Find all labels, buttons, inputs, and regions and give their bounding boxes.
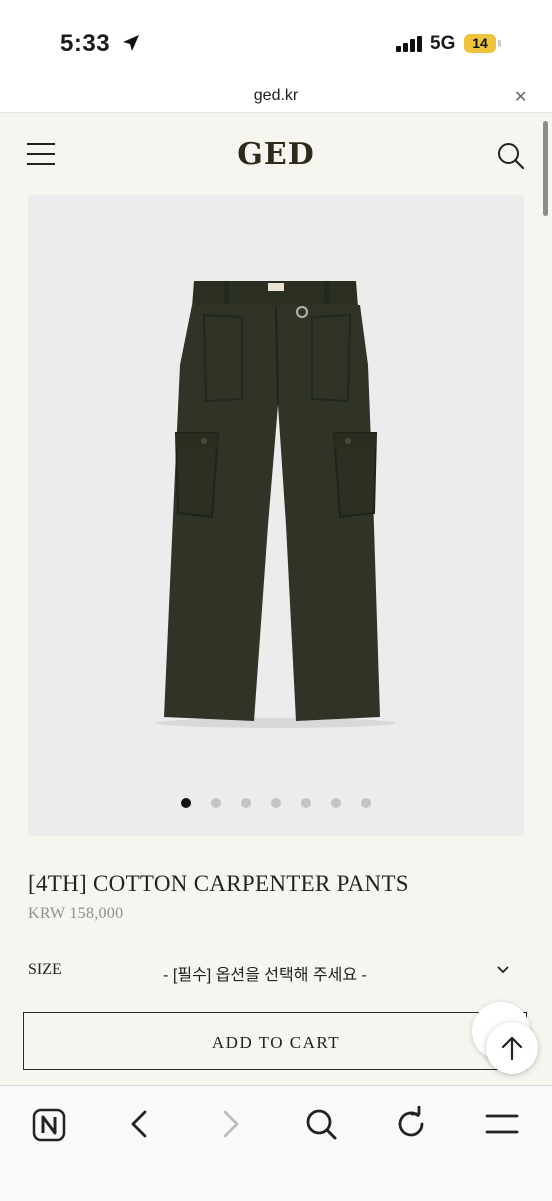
location-arrow-icon [123,35,139,51]
pagination-dot[interactable] [331,798,341,808]
product-image[interactable] [28,195,524,836]
browser-toolbar [0,1085,552,1201]
size-select-value[interactable]: - [필수] 옵션을 선택해 주세요 - [140,961,390,985]
site-logo[interactable]: GED [0,137,552,172]
scrollbar[interactable] [543,121,548,216]
pagination-dot[interactable] [181,798,191,808]
pagination-dot[interactable] [241,798,251,808]
add-to-cart-label: ADD TO CART [211,1033,341,1052]
arrow-up-icon [501,1036,523,1061]
url-text[interactable]: ged.kr [0,87,552,105]
network-type: 5G [430,33,456,54]
naver-home-icon[interactable] [30,1106,70,1146]
menu-icon[interactable] [484,1106,524,1146]
image-pagination[interactable] [28,798,524,808]
pagination-dot[interactable] [211,798,221,808]
battery-icon: 14 [464,34,496,53]
search-icon[interactable] [303,1106,343,1146]
close-icon[interactable]: ✕ [514,87,527,107]
chevron-down-icon[interactable] [496,965,510,975]
back-icon[interactable] [122,1106,162,1146]
status-time: 5:33 [60,30,111,57]
size-label: SIZE [28,961,62,978]
pagination-dot[interactable] [361,798,371,808]
cellular-signal-icon [396,36,422,52]
search-icon[interactable] [496,141,526,171]
product-title: [4TH] COTTON CARPENTER PANTS [28,871,409,896]
reload-icon[interactable] [393,1106,433,1146]
size-select[interactable]: - [필수] 옵션을 선택해 주세요 - [140,961,520,985]
pagination-dot[interactable] [271,798,281,808]
battery-tip [498,40,501,47]
url-bar[interactable]: ged.kr ✕ [0,80,552,113]
battery-level: 14 [472,35,488,51]
page-content: GED [4TH] COTTON CARPENTER PANTS KRW 158… [0,113,552,1085]
product-price: KRW 158,000 [28,905,124,922]
scroll-top-button[interactable] [486,1022,538,1074]
product-image-gallery[interactable] [28,195,524,836]
add-to-cart-button[interactable]: ADD TO CART [23,1012,527,1070]
forward-icon[interactable] [212,1106,252,1146]
pagination-dot[interactable] [301,798,311,808]
status-bar: 5:33 5G 14 [0,0,552,80]
